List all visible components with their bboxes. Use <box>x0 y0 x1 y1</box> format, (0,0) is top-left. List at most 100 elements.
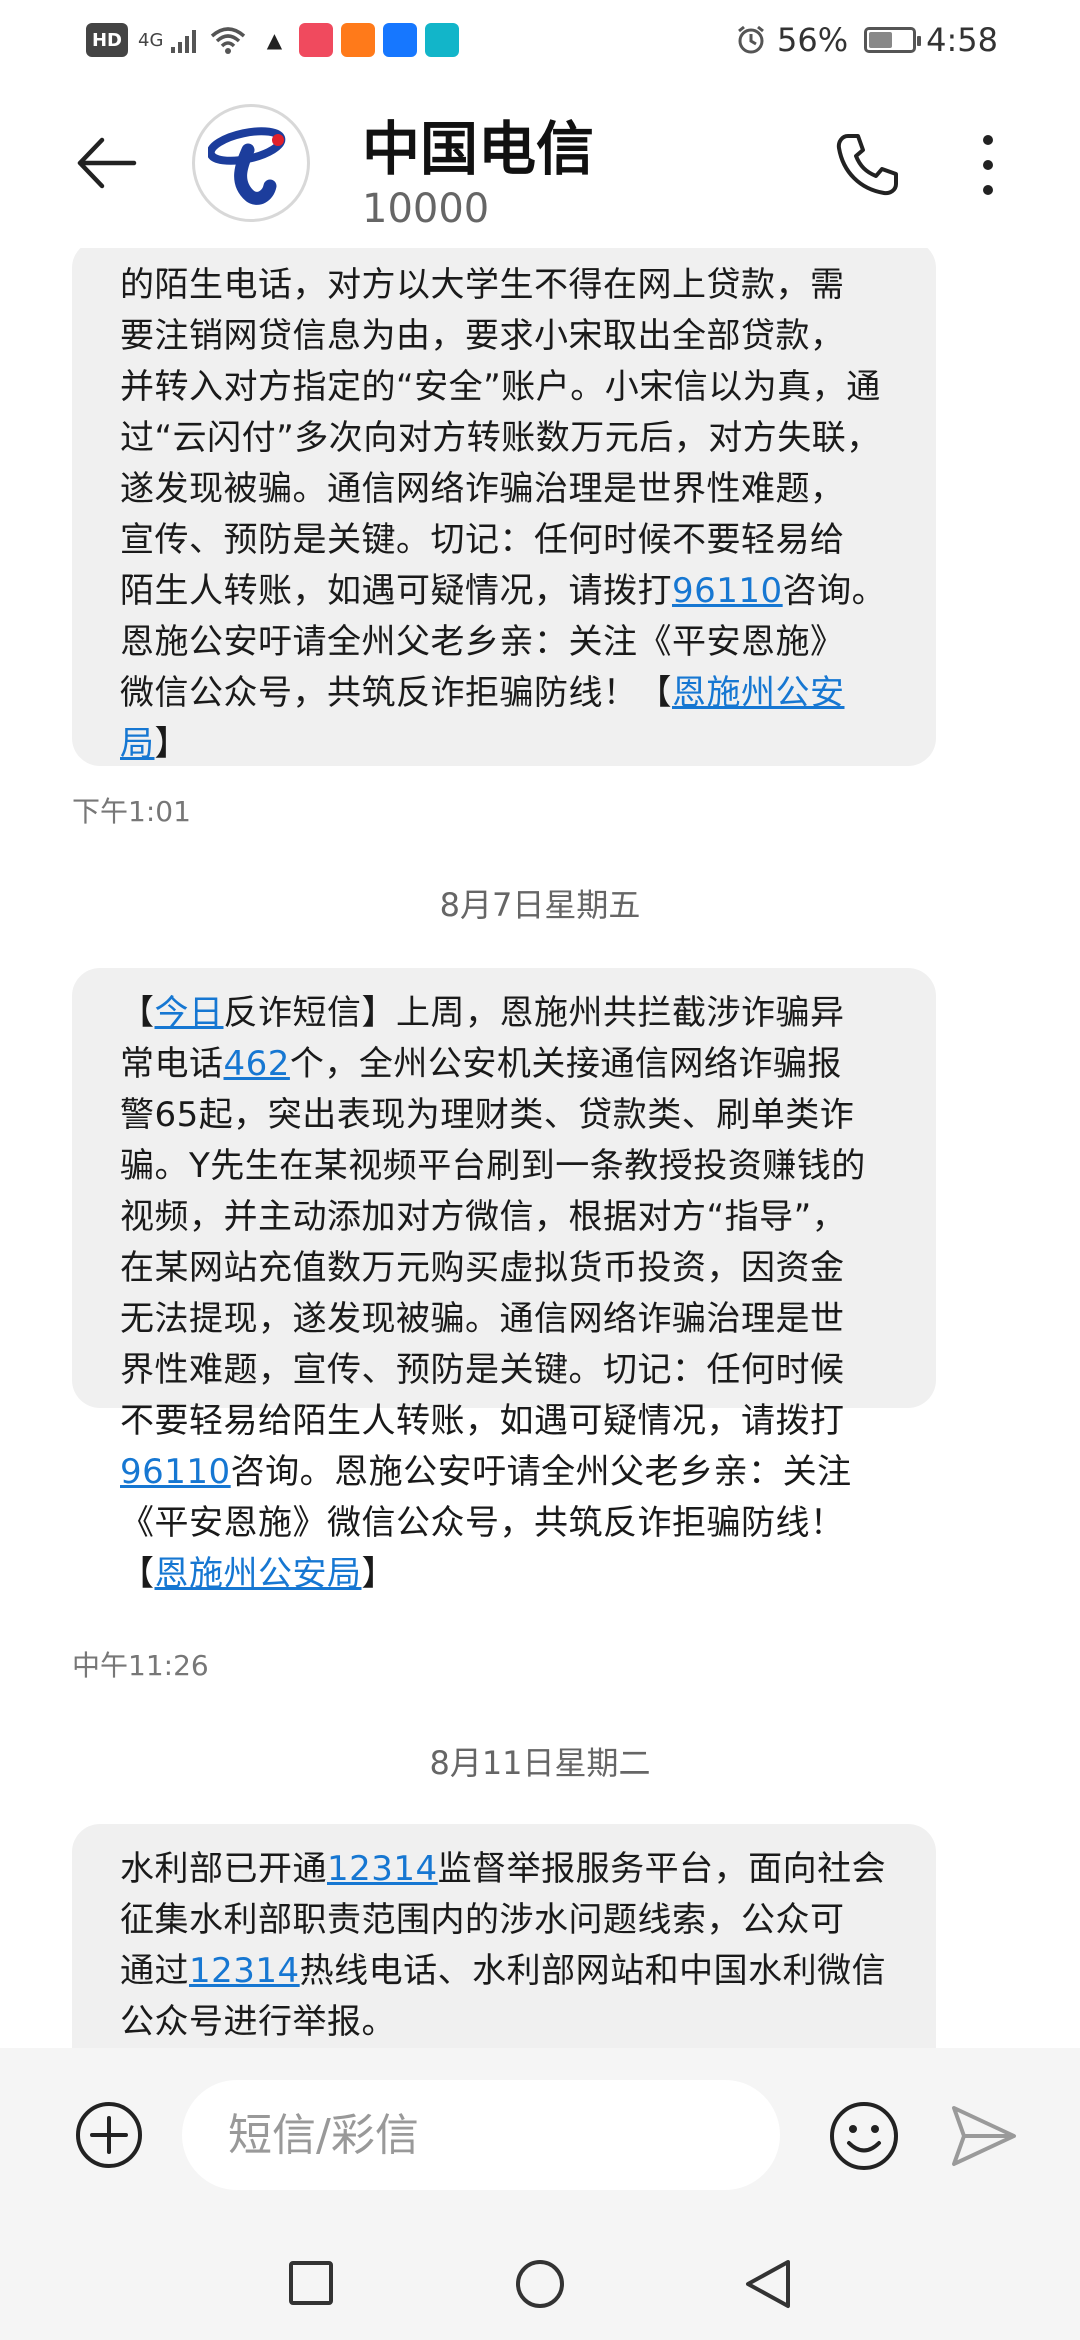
message-line: 骗。Y先生在某视频平台刷到一条教授投资赚钱的 <box>120 1141 896 1192</box>
battery-icon <box>864 27 922 53</box>
message-thread[interactable]: 的陌生电话，对方以大学生不得在网上贷款，需 要注销网贷信息为由，要求小宋取出全部贷… <box>0 248 1080 2048</box>
message-line: 在某网站充值数万元购买虚拟货币投资，因资金 <box>120 1243 896 1294</box>
date-separator: 8月11日星期二 <box>429 1744 651 1782</box>
emoji-icon[interactable] <box>828 2100 900 2172</box>
home-icon[interactable] <box>514 2258 566 2310</box>
message-text: 咨询。 <box>782 571 887 611</box>
status-right: 56% 4:58 <box>735 21 998 59</box>
message-text: 水利部已开通 <box>120 1849 327 1889</box>
message-text: 【 <box>120 993 155 1033</box>
message-text: 界性难题，宣传、预防是关键。切记：任何时候 <box>120 1350 845 1390</box>
message-text: 恩施公安吁请全州父老乡亲：关注《平安恩施》 <box>120 622 845 662</box>
message-link[interactable]: 12314 <box>327 1849 438 1889</box>
message-line: 遂发现被骗。通信网络诈骗治理是世界性难题， <box>120 464 896 515</box>
message-line: 无法提现，遂发现被骗。通信网络诈骗治理是世 <box>120 1294 896 1345</box>
contact-name: 中国电信 <box>362 115 595 183</box>
hd-voice-icon: HD <box>86 23 128 57</box>
clock: 4:58 <box>926 21 998 59</box>
notification-app-icons: ▲ <box>257 23 460 57</box>
status-bar: HD 4G ▲ 56% 4:58 <box>0 0 1080 80</box>
message-text: 个，全州公安机关接通信网络诈骗报 <box>289 1044 842 1084</box>
app-red-icon <box>299 23 334 57</box>
message-line: 公众号进行举报。 <box>120 1997 896 2048</box>
send-icon[interactable] <box>948 2102 1020 2170</box>
message-link[interactable]: 96110 <box>120 1452 231 1492</box>
message-text: 热线电话、水利部网站和中国水利微信 <box>299 1951 887 1991</box>
phone-call-icon[interactable] <box>830 128 902 200</box>
message-composer <box>0 2048 1080 2224</box>
app-orange-icon <box>341 23 376 57</box>
message-text: 微信公众号，共筑反诈拒骗防线！【 <box>120 673 672 713</box>
status-left: HD 4G ▲ <box>86 23 460 57</box>
message-line: 【今日反诈短信】上周，恩施州共拦截涉诈骗异 <box>120 988 896 1039</box>
message-text: 公众号进行举报。 <box>120 2002 396 2042</box>
system-navigation-bar <box>0 2224 1080 2340</box>
message-text: 【 <box>120 1554 155 1594</box>
message-text: 骗。Y先生在某视频平台刷到一条教授投资赚钱的 <box>120 1146 866 1186</box>
message-line: 水利部已开通12314监督举报服务平台，面向社会 <box>120 1844 896 1895</box>
more-options-icon[interactable] <box>968 130 1008 200</box>
message-line: 过“云闪付”多次向对方转账数万元后，对方失联， <box>120 413 896 464</box>
qq-icon: ▲ <box>266 28 283 52</box>
message-text: 视频，并主动添加对方微信，根据对方“指导”， <box>120 1197 847 1237</box>
message-line: 局】 <box>120 719 896 770</box>
message-text: 】 <box>361 1554 396 1594</box>
message-text: 《平安恩施》微信公众号，共筑反诈拒骗防线！ <box>120 1503 845 1543</box>
message-text: 反诈短信】上周，恩施州共拦截涉诈骗异 <box>223 993 845 1033</box>
contact-avatar[interactable] <box>192 104 310 222</box>
message-text: 遂发现被骗。通信网络诈骗治理是世界性难题， <box>120 469 845 509</box>
message-link[interactable]: 局 <box>120 724 155 764</box>
message-link[interactable]: 12314 <box>189 1951 300 1991</box>
message-line: 【恩施州公安局】 <box>120 1549 896 1600</box>
message-line: 界性难题，宣传、预防是关键。切记：任何时候 <box>120 1345 896 1396</box>
china-telecom-logo-icon <box>208 127 286 205</box>
message-text: 常电话 <box>120 1044 224 1084</box>
signal-strength-icon <box>171 30 197 53</box>
message-link[interactable]: 今日 <box>155 993 224 1033</box>
add-attachment-icon[interactable] <box>74 2100 144 2170</box>
message-line: 要注销网贷信息为由，要求小宋取出全部贷款， <box>120 311 896 362</box>
message-text: 咨询。恩施公安吁请全州父老乡亲：关注 <box>230 1452 852 1492</box>
message-link[interactable]: 96110 <box>672 571 783 611</box>
message-text: 无法提现，遂发现被骗。通信网络诈骗治理是世 <box>120 1299 845 1339</box>
message-text: 警65起，突出表现为理财类、贷款类、刷单类诈 <box>120 1095 855 1135</box>
message-bubble[interactable]: 水利部已开通12314监督举报服务平台，面向社会 征集水利部职责范围内的涉水问题线… <box>72 1824 936 2048</box>
message-bubble[interactable]: 的陌生电话，对方以大学生不得在网上贷款，需 要注销网贷信息为由，要求小宋取出全部贷… <box>72 248 936 766</box>
message-line: 恩施公安吁请全州父老乡亲：关注《平安恩施》 <box>120 617 896 668</box>
contact-number: 10000 <box>362 186 490 232</box>
message-text: 在某网站充值数万元购买虚拟货币投资，因资金 <box>120 1248 845 1288</box>
message-timestamp: 中午11:26 <box>72 1649 209 1682</box>
app-teal-icon <box>425 23 460 57</box>
wifi-icon <box>211 27 246 54</box>
message-text: 并转入对方指定的“安全”账户。小宋信以为真，通 <box>120 367 881 407</box>
message-timestamp: 下午1:01 <box>72 795 191 828</box>
alipay-icon <box>383 23 418 57</box>
message-link[interactable]: 恩施州公安 <box>672 673 845 713</box>
message-bubble[interactable]: 【今日反诈短信】上周，恩施州共拦截涉诈骗异 常电话462个，全州公安机关接通信网络… <box>72 968 936 1594</box>
message-line: 常电话462个，全州公安机关接通信网络诈骗报 <box>120 1039 896 1090</box>
message-text: 通过 <box>120 1951 189 1991</box>
message-link[interactable]: 恩施州公安局 <box>155 1554 362 1594</box>
message-link[interactable]: 462 <box>224 1044 290 1084</box>
message-line: 并转入对方指定的“安全”账户。小宋信以为真，通 <box>120 362 896 413</box>
message-line: 不要轻易给陌生人转账，如遇可疑情况，请拨打 <box>120 1396 896 1447</box>
message-text: 不要轻易给陌生人转账，如遇可疑情况，请拨打 <box>120 1401 845 1441</box>
sms-input[interactable] <box>182 2080 780 2190</box>
message-text: 陌生人转账，如遇可疑情况，请拨打 <box>120 571 672 611</box>
message-text: 宣传、预防是关键。切记：任何时候不要轻易给 <box>120 520 845 560</box>
message-line: 警65起，突出表现为理财类、贷款类、刷单类诈 <box>120 1090 896 1141</box>
back-arrow-icon[interactable] <box>72 128 142 198</box>
message-text: 征集水利部职责范围内的涉水问题线索，公众可 <box>120 1900 845 1940</box>
conversation-header: 中国电信 10000 <box>0 80 1080 248</box>
message-line: 征集水利部职责范围内的涉水问题线索，公众可 <box>120 1895 896 1946</box>
system-back-icon[interactable] <box>742 2256 794 2312</box>
network-type-label: 4G <box>138 29 164 51</box>
alarm-icon <box>738 25 764 54</box>
message-line: 视频，并主动添加对方微信，根据对方“指导”， <box>120 1192 896 1243</box>
recent-apps-icon[interactable] <box>286 2258 336 2308</box>
message-line: 陌生人转账，如遇可疑情况，请拨打96110咨询。 <box>120 566 896 617</box>
message-text: 监督举报服务平台，面向社会 <box>437 1849 887 1889</box>
message-text: 要注销网贷信息为由，要求小宋取出全部贷款， <box>120 316 845 356</box>
message-line: 《平安恩施》微信公众号，共筑反诈拒骗防线！ <box>120 1498 896 1549</box>
battery-percent: 56% <box>777 21 849 59</box>
